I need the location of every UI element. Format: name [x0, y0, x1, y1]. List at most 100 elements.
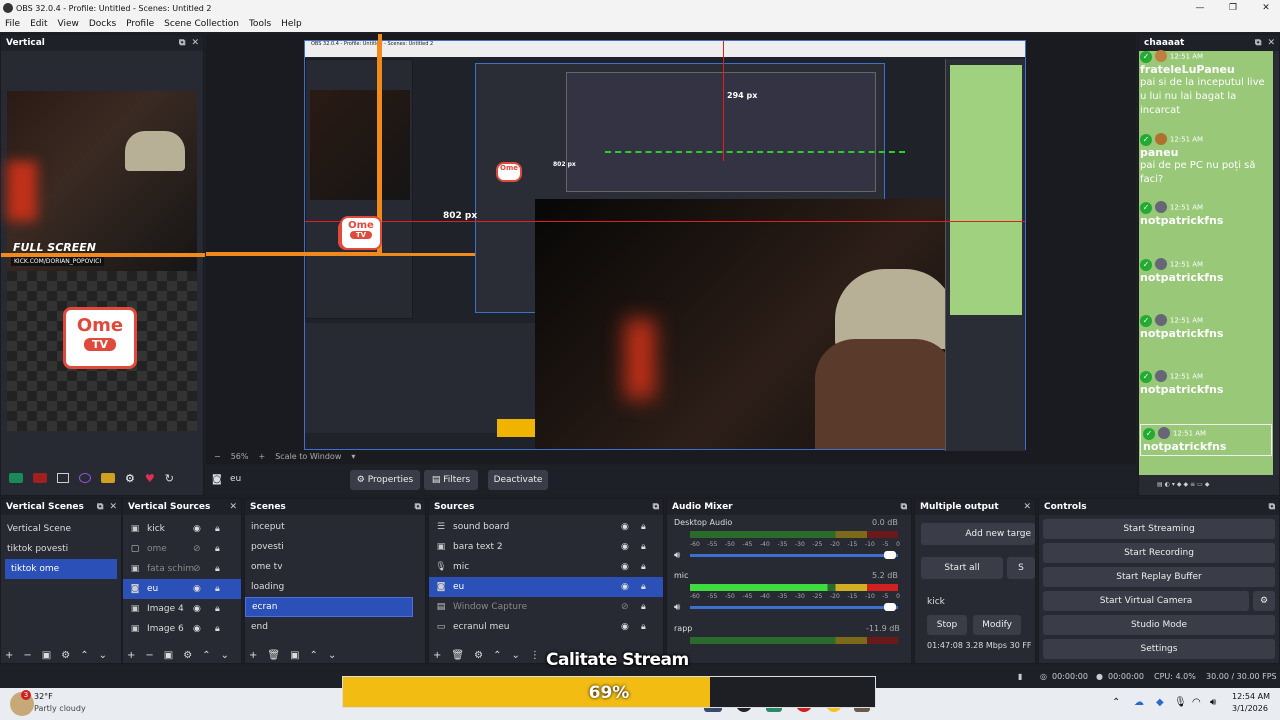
lock-icon[interactable]: 🔒︎ [215, 584, 220, 594]
chat-toolbar[interactable]: ▤◐▾◆◆≡▭◆ [1157, 481, 1267, 489]
source-item[interactable]: ▣ bara text 2 ◉ 🔒︎ [429, 537, 663, 557]
lock-icon[interactable]: 🔒︎ [215, 564, 220, 574]
properties-icon[interactable]: ⚙ [183, 650, 192, 661]
clock-date[interactable]: 3/1/2026 [1232, 704, 1268, 713]
chevron-down-icon[interactable]: ▾ [351, 452, 355, 461]
eye-icon[interactable]: ◉ [621, 522, 629, 532]
lock-icon[interactable]: 🔒︎ [641, 542, 646, 552]
close-icon[interactable]: ✕ [1267, 35, 1275, 51]
lock-icon[interactable]: 🔒︎ [215, 524, 220, 534]
clock-time[interactable]: 12:54 AM [1232, 692, 1270, 701]
move-up-icon[interactable]: ⌃ [202, 650, 210, 661]
target-stop-button[interactable]: Stop [927, 615, 967, 635]
move-up-icon[interactable]: ⌃ [80, 650, 88, 661]
ome-tv-overlay-logo[interactable]: Ome TV [340, 216, 382, 250]
square-icon[interactable] [57, 473, 69, 483]
move-down-icon[interactable]: ⌄ [99, 650, 107, 661]
float-icon[interactable]: ⧉ [179, 35, 185, 51]
vertical-source-item[interactable]: ▣ kick ◉ 🔒︎ [123, 519, 241, 539]
main-preview-area[interactable]: OBS 32.0.4 - Profile: Untitled - Scenes:… [206, 34, 1136, 464]
add-icon[interactable]: + [127, 650, 135, 661]
close-icon[interactable]: ✕ [109, 499, 117, 515]
lock-icon[interactable]: 🔒︎ [641, 522, 646, 532]
eye-hidden-icon[interactable]: ⊘ [621, 602, 629, 612]
source-item[interactable]: ▭ ecranul meu ◉ 🔒︎ [429, 617, 663, 637]
lock-icon[interactable]: 🔒︎ [641, 602, 646, 612]
microphone-icon[interactable]: 🎙︎ [1174, 697, 1187, 708]
wifi-icon[interactable]: ◠ [1192, 697, 1201, 708]
move-down-icon[interactable]: ⌄ [328, 650, 336, 661]
vertical-scene-item[interactable]: Vertical Scene [1, 519, 121, 539]
menu-tools[interactable]: Tools [244, 19, 276, 29]
lock-icon[interactable]: 🔒︎ [641, 562, 646, 572]
heart-icon[interactable]: ♥ [145, 472, 155, 485]
vertical-source-item[interactable]: ▢ ome ⊘ 🔒︎ [123, 539, 241, 559]
scene-item[interactable]: inceput [245, 517, 425, 537]
camera-source-eu[interactable] [535, 199, 955, 449]
speaker-icon[interactable]: 🔊︎ [674, 602, 680, 613]
move-down-icon[interactable]: ⌄ [221, 650, 229, 661]
move-down-icon[interactable]: ⌄ [511, 650, 519, 661]
float-icon[interactable]: ⧉ [1255, 35, 1261, 51]
chevron-up-icon[interactable]: ⌃ [1112, 697, 1120, 708]
move-up-icon[interactable]: ⌃ [493, 650, 501, 661]
float-icon[interactable]: ⧉ [415, 499, 421, 515]
vertical-source-item[interactable]: ▣ Image 6 ◉ 🔒︎ [123, 619, 241, 639]
start-virtual-camera-button[interactable]: Start Virtual Camera [1043, 591, 1249, 611]
add-icon[interactable]: + [5, 650, 13, 661]
scene-item[interactable]: end [245, 617, 425, 637]
start-streaming-button[interactable]: Start Streaming [1043, 519, 1275, 539]
close-icon[interactable]: ✕ [229, 499, 237, 515]
start-replay-buffer-button[interactable]: Start Replay Buffer [1043, 567, 1275, 587]
delete-icon[interactable]: 🗑︎ [267, 650, 280, 661]
properties-button[interactable]: ⚙ Properties [350, 470, 420, 490]
deactivate-button[interactable]: Deactivate [488, 470, 548, 490]
chat-scrollbar[interactable] [1275, 51, 1279, 475]
zoom-in-button[interactable]: + [258, 452, 265, 461]
filter-icon[interactable]: ▣ [42, 650, 51, 661]
source-item-selected[interactable]: ◙ eu ◉ 🔒︎ [429, 577, 663, 597]
menu-scene-collection[interactable]: Scene Collection [159, 19, 244, 29]
vertical-source-item-selected[interactable]: ◙ eu ◉ 🔒︎ [123, 579, 241, 599]
preview-frame[interactable]: OBS 32.0.4 - Profile: Untitled - Scenes:… [304, 40, 1026, 451]
gear-icon[interactable]: ⚙ [125, 472, 135, 485]
lock-icon[interactable]: 🔒︎ [215, 604, 220, 614]
close-icon[interactable]: ✕ [1023, 499, 1031, 515]
speaker-icon[interactable]: 🔊︎ [674, 550, 680, 561]
lock-icon[interactable]: 🔒︎ [641, 582, 646, 592]
volume-slider[interactable] [690, 554, 898, 557]
refresh-icon[interactable]: ↻ [165, 472, 174, 485]
menu-view[interactable]: View [53, 19, 84, 29]
eye-icon[interactable]: ◉ [621, 542, 629, 552]
tray-icon[interactable]: ◆ [1156, 697, 1164, 708]
settings-button[interactable]: Settings [1043, 639, 1275, 659]
vertical-scene-item[interactable]: tiktok povesti [1, 539, 121, 559]
filter-icon[interactable]: ▣ [290, 650, 299, 661]
lock-icon[interactable]: 🔒︎ [641, 622, 646, 632]
float-icon[interactable]: ⧉ [97, 499, 103, 515]
circle-icon[interactable] [79, 473, 91, 483]
stop-all-button[interactable]: S [1007, 557, 1035, 579]
eye-icon[interactable]: ◉ [621, 562, 629, 572]
eye-icon[interactable]: ◉ [621, 582, 629, 592]
zoom-out-button[interactable]: − [214, 452, 221, 461]
eye-hidden-icon[interactable]: ⊘ [193, 564, 201, 574]
menu-docks[interactable]: Docks [84, 19, 121, 29]
close-button[interactable]: ✕ [1246, 0, 1280, 16]
add-icon[interactable]: + [249, 650, 257, 661]
menu-help[interactable]: Help [276, 19, 307, 29]
gear-icon[interactable]: ⚙ [474, 650, 483, 661]
zoom-level[interactable]: 56% [231, 452, 249, 461]
eye-icon[interactable]: ◉ [193, 524, 201, 534]
float-icon[interactable]: ⧉ [653, 499, 659, 515]
volume-slider-handle[interactable] [884, 551, 896, 559]
virtual-camera-settings-icon[interactable]: ⚙ [1253, 591, 1275, 611]
source-item[interactable]: 🎙︎ mic ◉ 🔒︎ [429, 557, 663, 577]
filters-button[interactable]: ▤ Filters [424, 470, 478, 490]
float-icon[interactable]: ⧉ [1269, 499, 1275, 515]
scale-mode[interactable]: Scale to Window [275, 452, 341, 461]
source-item[interactable]: ☰ sound board ◉ 🔒︎ [429, 517, 663, 537]
scene-item-selected[interactable]: ecran [245, 597, 413, 617]
eye-icon[interactable]: ◉ [621, 622, 629, 632]
tray-icon[interactable]: ☁ [1134, 697, 1144, 708]
